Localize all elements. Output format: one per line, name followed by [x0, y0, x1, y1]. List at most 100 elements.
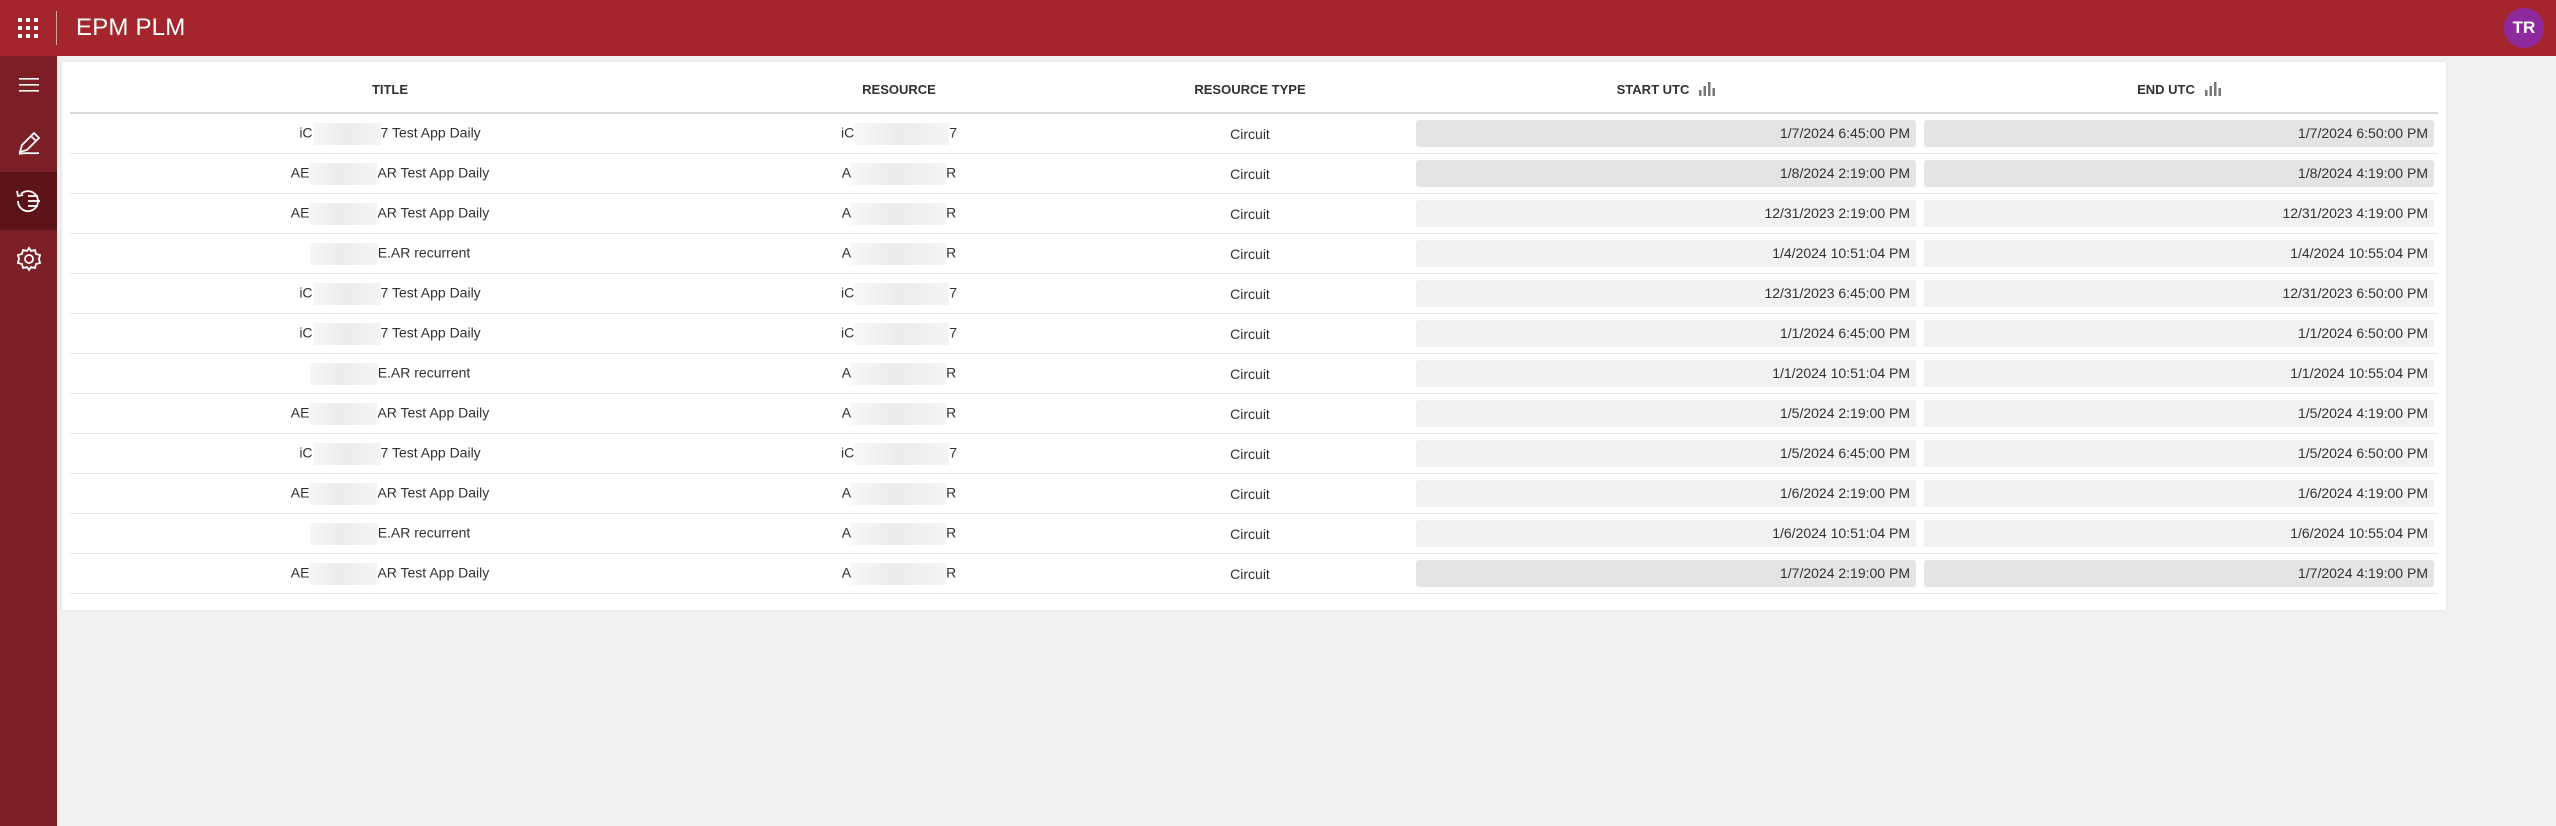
cell-resource-type: Circuit	[1088, 473, 1412, 514]
end-utc-value: 1/7/2024 6:50:00 PM	[1924, 120, 2434, 147]
table-row[interactable]: AE AR Test App Daily A R Circuit 1/6/2024 2:1…	[70, 473, 2438, 514]
title-prefix: iC	[299, 444, 313, 461]
cell-resource: AR	[710, 553, 1088, 594]
title-suffix: 7 Test App Daily	[380, 124, 481, 141]
cell-resource: iC 7	[710, 113, 1088, 154]
title-suffix: AR Test App Daily	[377, 404, 490, 421]
cell-title: AE AR Test App Daily	[70, 393, 710, 434]
resource-prefix: A	[841, 524, 852, 541]
sidebar-item-history[interactable]	[0, 172, 57, 230]
cell-end-utc: 1/7/2024 6:50:00 PM	[1920, 113, 2438, 154]
column-header-title[interactable]: TITLE	[70, 66, 710, 114]
resource-prefix: A	[841, 244, 852, 261]
resource-suffix: 7	[949, 124, 958, 141]
table-row[interactable]: iC 7 Test App Daily iC 7 Circuit 12/31/2023 6…	[70, 273, 2438, 314]
resource-prefix: A	[841, 204, 852, 221]
redacted-block	[854, 322, 950, 345]
schedule-table: TITLE RESOURCE RESOURCE TYPE START UTC E…	[70, 66, 2438, 594]
app-launcher-button[interactable]	[0, 0, 56, 56]
resource-prefix: A	[841, 404, 852, 421]
table-row[interactable]: E.AR recurrent A R Circuit 1/1/2024 10:51:04…	[70, 353, 2438, 394]
header-divider	[56, 11, 57, 45]
redacted-block	[312, 282, 381, 305]
cell-end-utc: 1/6/2024 4:19:00 PM	[1920, 473, 2438, 514]
table-row[interactable]: AE AR Test App Daily A R Circuit 1/7/2024 2:1…	[70, 553, 2438, 594]
cell-title: E.AR recurrent	[70, 353, 710, 394]
table-row[interactable]: E.AR recurrent A R Circuit 1/6/2024 10:51:04…	[70, 513, 2438, 554]
table-row[interactable]: iC 7 Test App Daily iC 7 Circuit 1/5/2024 6:4…	[70, 433, 2438, 474]
cell-resource-type: Circuit	[1088, 113, 1412, 154]
resource-suffix: R	[946, 484, 957, 501]
start-utc-value: 12/31/2023 2:19:00 PM	[1416, 200, 1916, 227]
hamburger-icon	[18, 78, 39, 92]
redacted-block	[851, 242, 947, 265]
avatar[interactable]: TR	[2504, 8, 2544, 48]
schedule-table-card: TITLE RESOURCE RESOURCE TYPE START UTC E…	[62, 62, 2446, 610]
resource-prefix: iC	[840, 124, 855, 141]
resource-prefix: iC	[840, 444, 855, 461]
end-utc-value: 1/6/2024 4:19:00 PM	[1924, 480, 2434, 507]
end-utc-value: 1/1/2024 6:50:00 PM	[1924, 320, 2434, 347]
cell-end-utc: 1/1/2024 10:55:04 PM	[1920, 353, 2438, 394]
cell-resource-type: Circuit	[1088, 393, 1412, 434]
table-row[interactable]: E.AR recurrent A R Circuit 1/4/2024 10:51:04…	[70, 233, 2438, 274]
cell-resource: AR	[710, 193, 1088, 234]
table-row[interactable]: iC 7 Test App Daily iC 7 Circuit 1/7/2024 6:4…	[70, 113, 2438, 154]
edit-icon	[18, 131, 40, 155]
cell-resource-type: Circuit	[1088, 153, 1412, 194]
resource-prefix: iC	[840, 284, 855, 301]
title-suffix: E.AR recurrent	[377, 364, 471, 381]
title-prefix: iC	[299, 124, 313, 141]
title-suffix: 7 Test App Daily	[380, 284, 481, 301]
redacted-block	[854, 282, 950, 305]
column-header-resource[interactable]: RESOURCE	[710, 66, 1088, 114]
resource-suffix: R	[946, 404, 957, 421]
end-utc-value: 12/31/2023 6:50:00 PM	[1924, 280, 2434, 307]
start-utc-value: 1/7/2024 6:45:00 PM	[1416, 120, 1916, 147]
top-bar: EPM PLM TR	[0, 0, 2556, 56]
column-header-resource-type[interactable]: RESOURCE TYPE	[1088, 66, 1412, 114]
title-prefix: iC	[299, 284, 313, 301]
resource-suffix: R	[946, 564, 957, 581]
redacted-block	[309, 162, 378, 185]
redacted-block	[309, 482, 378, 505]
start-utc-value: 1/1/2024 6:45:00 PM	[1416, 320, 1916, 347]
start-utc-value: 1/5/2024 6:45:00 PM	[1416, 440, 1916, 467]
redacted-block	[309, 522, 378, 545]
sidebar-item-settings[interactable]	[0, 230, 57, 288]
table-row[interactable]: AE AR Test App Daily A R Circuit 12/31/2023 2…	[70, 193, 2438, 234]
cell-resource: AR	[710, 513, 1088, 554]
title-suffix: 7 Test App Daily	[380, 444, 481, 461]
resource-prefix: A	[841, 564, 852, 581]
table-row[interactable]: iC 7 Test App Daily iC 7 Circuit 1/1/2024 6:4…	[70, 313, 2438, 354]
column-header-start-utc[interactable]: START UTC	[1412, 66, 1920, 114]
cell-resource: iC 7	[710, 273, 1088, 314]
cell-resource: AR	[710, 233, 1088, 274]
start-utc-value: 1/6/2024 2:19:00 PM	[1416, 480, 1916, 507]
cell-resource-type: Circuit	[1088, 233, 1412, 274]
cell-resource-type: Circuit	[1088, 313, 1412, 354]
cell-start-utc: 1/6/2024 10:51:04 PM	[1412, 513, 1920, 554]
cell-end-utc: 1/4/2024 10:55:04 PM	[1920, 233, 2438, 274]
cell-title: iC 7 Test App Daily	[70, 313, 710, 354]
start-utc-value: 1/7/2024 2:19:00 PM	[1416, 560, 1916, 587]
bar-chart-icon[interactable]	[2204, 82, 2221, 96]
bar-chart-icon[interactable]	[1699, 82, 1716, 96]
table-row[interactable]: AE AR Test App Daily A R Circuit 1/8/2024 2:1…	[70, 153, 2438, 194]
redacted-block	[309, 202, 378, 225]
cell-start-utc: 1/5/2024 6:45:00 PM	[1412, 433, 1920, 474]
redacted-block	[851, 522, 947, 545]
table-row[interactable]: AE AR Test App Daily A R Circuit 1/5/2024 2:1…	[70, 393, 2438, 434]
end-utc-value: 1/6/2024 10:55:04 PM	[1924, 520, 2434, 547]
sidebar-menu-toggle[interactable]	[0, 56, 57, 114]
cell-end-utc: 1/6/2024 10:55:04 PM	[1920, 513, 2438, 554]
redacted-block	[309, 562, 378, 585]
cell-resource-type: Circuit	[1088, 433, 1412, 474]
column-header-end-utc[interactable]: END UTC	[1920, 66, 2438, 114]
title-suffix: AR Test App Daily	[377, 204, 490, 221]
sidebar-item-edit[interactable]	[0, 114, 57, 172]
redacted-block	[309, 242, 378, 265]
cell-end-utc: 12/31/2023 4:19:00 PM	[1920, 193, 2438, 234]
title-suffix: E.AR recurrent	[377, 524, 471, 541]
redacted-block	[851, 202, 947, 225]
